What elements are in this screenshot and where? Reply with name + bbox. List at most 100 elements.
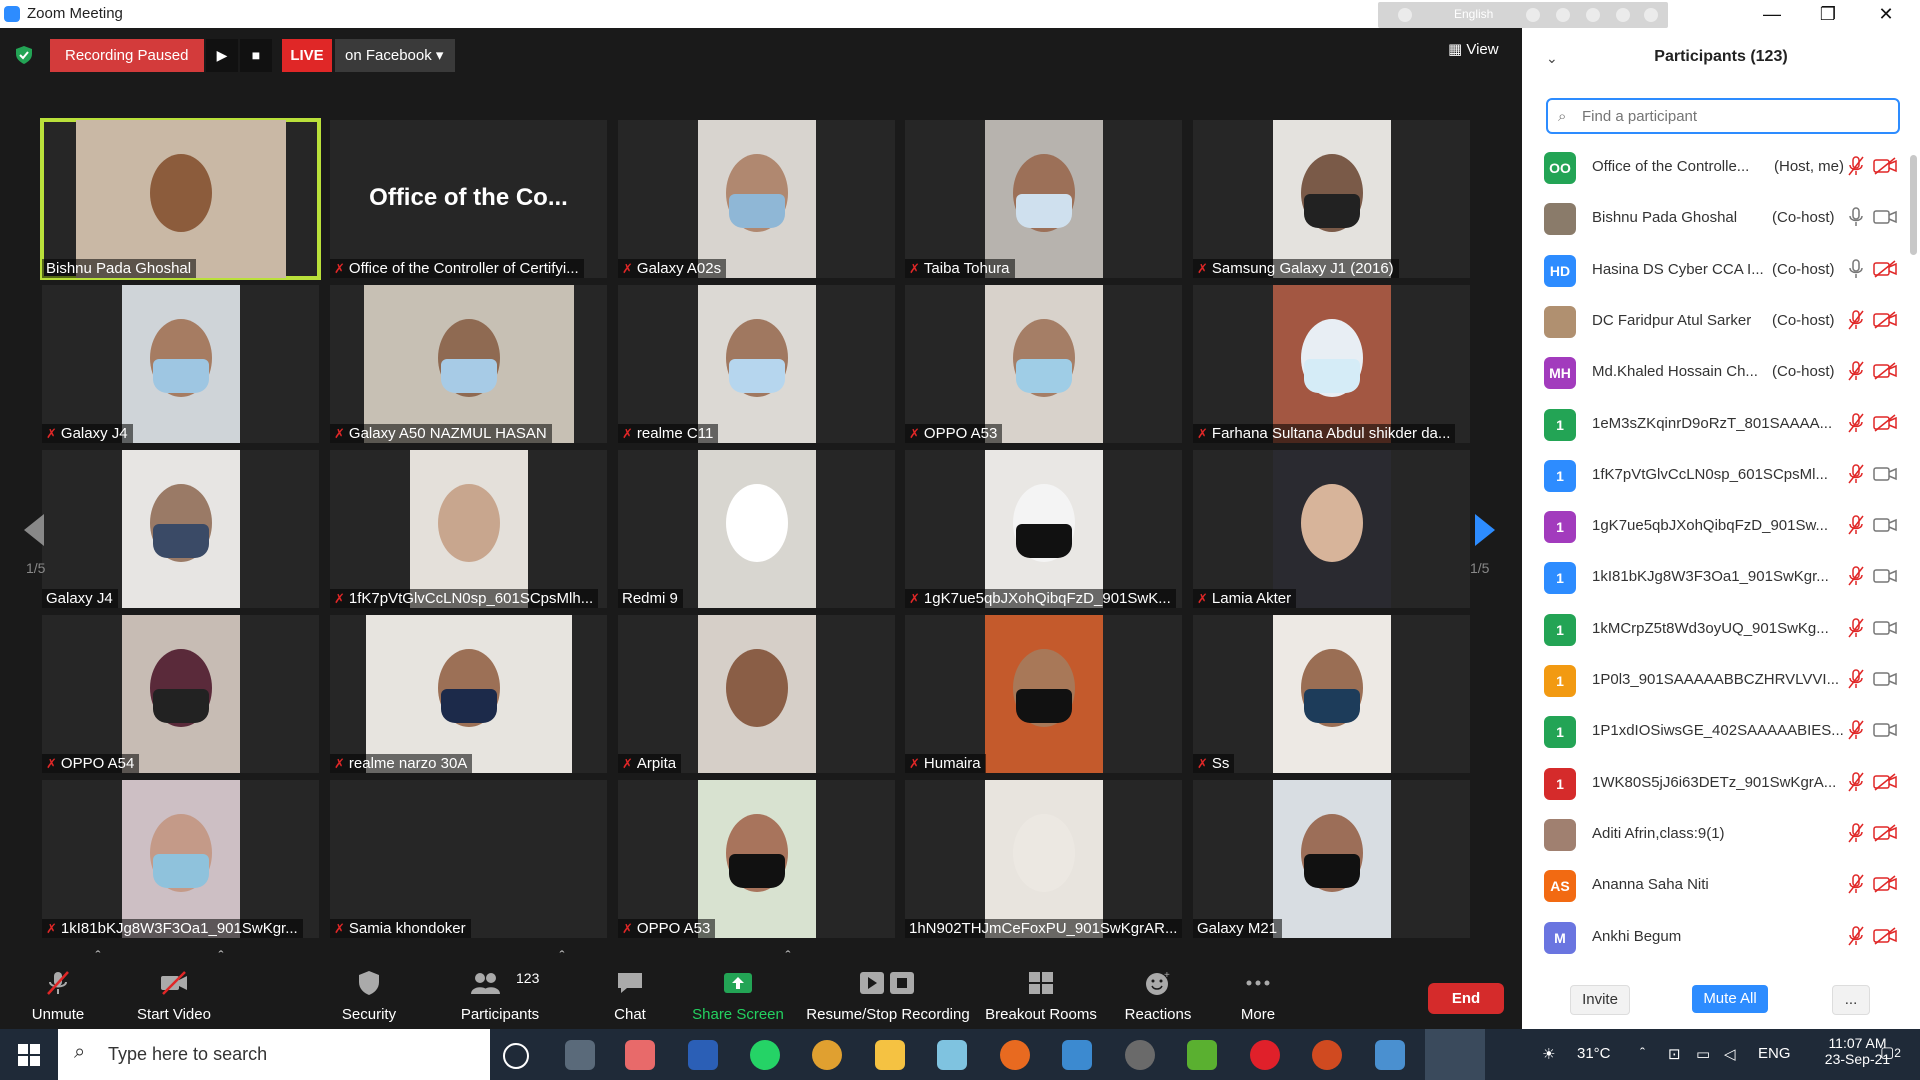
taskbar-search[interactable]: ⌕ Type here to search bbox=[58, 1029, 490, 1080]
browser-icon[interactable] bbox=[1586, 8, 1600, 22]
video-tile[interactable]: ✗ OPPO A53 bbox=[618, 780, 895, 938]
camera-off-icon[interactable] bbox=[1873, 311, 1897, 329]
volume-icon[interactable]: ◁ bbox=[1724, 1045, 1736, 1063]
participant-row[interactable]: 1 1eM3sZKqinrD9oRzT_801SAAAA... bbox=[1522, 399, 1902, 450]
participant-row[interactable]: M Ankhi Begum bbox=[1522, 912, 1902, 963]
help-icon[interactable] bbox=[1616, 8, 1630, 22]
mic-muted-icon[interactable] bbox=[1847, 771, 1865, 792]
participant-search-input[interactable] bbox=[1580, 107, 1884, 126]
resume-recording-button[interactable]: ▶ bbox=[206, 39, 238, 72]
video-tile[interactable]: ✗ Galaxy A50 NAZMUL HASAN bbox=[330, 285, 607, 443]
notifications-icon[interactable]: ▢2 bbox=[1880, 1043, 1901, 1061]
mic-muted-icon[interactable] bbox=[1847, 720, 1865, 740]
participant-row[interactable]: OO Office of the Controlle... (Host, me) bbox=[1522, 142, 1902, 193]
ime-icon[interactable] bbox=[1398, 8, 1412, 22]
video-tile[interactable]: ✗ Ss bbox=[1193, 615, 1470, 773]
video-tile[interactable]: Office of the Co... ✗ Office of the Contro… bbox=[330, 120, 607, 278]
camera-off-icon[interactable] bbox=[1873, 875, 1897, 893]
paint-icon[interactable] bbox=[625, 1040, 655, 1070]
obs-icon[interactable] bbox=[1125, 1040, 1155, 1070]
video-tile[interactable]: ✗ realme C11 bbox=[618, 285, 895, 443]
more-button[interactable]: More bbox=[1220, 958, 1296, 1029]
participants-button[interactable]: 123 Participants bbox=[452, 958, 548, 1029]
camera-off-icon[interactable] bbox=[1873, 413, 1897, 432]
powerpoint-icon[interactable] bbox=[1312, 1040, 1342, 1070]
unmute-button[interactable]: Unmute bbox=[20, 958, 96, 1029]
mic-muted-icon[interactable] bbox=[1847, 310, 1865, 330]
zoom-taskbar-icon[interactable] bbox=[1425, 1029, 1485, 1080]
chat-button[interactable]: Chat bbox=[600, 958, 660, 1029]
cortana-icon[interactable] bbox=[503, 1043, 529, 1069]
close-button[interactable]: ✕ bbox=[1866, 4, 1906, 25]
participant-row[interactable]: AS Ananna Saha Niti bbox=[1522, 860, 1902, 911]
mic-muted-icon[interactable] bbox=[1847, 515, 1865, 535]
camera-off-icon[interactable] bbox=[1873, 362, 1897, 380]
participant-row[interactable]: 1 1P1xdIOSiwsGE_402SAAAAABIES... bbox=[1522, 706, 1902, 757]
language-indicator[interactable]: ENG bbox=[1758, 1045, 1791, 1062]
tray-chevron-icon[interactable]: ˆ bbox=[1640, 1045, 1645, 1062]
live-stream-dropdown[interactable]: on Facebook ▾ bbox=[335, 39, 455, 72]
camera-icon[interactable] bbox=[1873, 516, 1897, 534]
camera-off-icon[interactable] bbox=[1873, 157, 1897, 175]
camera-off-icon[interactable] bbox=[1873, 773, 1897, 791]
camera-off-icon[interactable] bbox=[1873, 926, 1897, 945]
minimize-button[interactable]: — bbox=[1752, 4, 1792, 25]
video-tile[interactable]: Galaxy M21 bbox=[1193, 780, 1470, 938]
video-tile[interactable]: ✗ Galaxy J4 bbox=[42, 285, 319, 443]
video-options-chevron[interactable]: ˆ bbox=[213, 948, 229, 1019]
notepad-icon[interactable] bbox=[937, 1040, 967, 1070]
next-page-arrow-icon[interactable] bbox=[1475, 514, 1495, 546]
share-options-chevron[interactable]: ˆ bbox=[780, 948, 796, 1019]
mic-muted-icon[interactable] bbox=[1847, 669, 1865, 689]
video-tile[interactable]: ✗ Samsung Galaxy J1 (2016) bbox=[1193, 120, 1470, 278]
network-icon[interactable]: ⊡ bbox=[1668, 1045, 1681, 1063]
installer-icon[interactable] bbox=[1062, 1040, 1092, 1070]
video-tile[interactable]: ✗ Galaxy A02s bbox=[618, 120, 895, 278]
invite-button[interactable]: Invite bbox=[1570, 985, 1630, 1015]
mic-muted-icon[interactable] bbox=[1847, 874, 1865, 894]
stop-recording-button[interactable]: ■ bbox=[240, 39, 272, 72]
video-tile[interactable]: 1hN902THJmCeFoxPU_901SwKgrAR... bbox=[905, 780, 1182, 938]
opera-icon[interactable] bbox=[1250, 1040, 1280, 1070]
participant-row[interactable]: 1 1kMCrpZ5t8Wd3oyUQ_901SwKg... bbox=[1522, 604, 1902, 655]
participant-row[interactable]: MH Md.Khaled Hossain Ch... (Co-host) bbox=[1522, 347, 1902, 398]
battery-icon[interactable]: ▭ bbox=[1696, 1045, 1710, 1063]
camera-icon[interactable] bbox=[1873, 619, 1897, 637]
mic-muted-icon[interactable] bbox=[1847, 361, 1865, 381]
participant-row[interactable]: 1 1fK7pVtGlvCcLN0sp_601SCpsMl... bbox=[1522, 450, 1902, 501]
video-tile[interactable]: ✗ Samia khondoker bbox=[330, 780, 607, 938]
windows-start-icon[interactable] bbox=[18, 1044, 40, 1066]
camera-icon[interactable] bbox=[1873, 670, 1897, 688]
participant-row[interactable]: 1 1kI81bKJg8W3F3Oa1_901SwKgr... bbox=[1522, 552, 1902, 603]
keyboard-icon[interactable] bbox=[1526, 8, 1540, 22]
video-tile[interactable]: ✗ Farhana Sultana Abdul shikder da... bbox=[1193, 285, 1470, 443]
mic-muted-icon[interactable] bbox=[1847, 823, 1865, 843]
task-view-icon[interactable] bbox=[565, 1040, 595, 1070]
mic-icon[interactable] bbox=[1847, 207, 1865, 227]
mic-muted-icon[interactable] bbox=[1847, 566, 1865, 586]
video-tile[interactable]: ✗ Taiba Tohura bbox=[905, 120, 1182, 278]
mic-muted-icon[interactable] bbox=[1847, 156, 1865, 176]
participant-row[interactable]: 1 1WK80S5jJ6i63DETz_901SwKgrA... bbox=[1522, 758, 1902, 809]
audio-options-chevron[interactable]: ˆ bbox=[90, 948, 106, 1019]
video-tile[interactable]: ✗ 1gK7ue5qbJXohQibqFzD_901SwK... bbox=[905, 450, 1182, 608]
previous-page-arrow-icon[interactable] bbox=[24, 514, 44, 546]
participant-row[interactable]: DC Faridpur Atul Sarker (Co-host) bbox=[1522, 296, 1902, 347]
settings-icon[interactable] bbox=[1556, 8, 1570, 22]
video-tile[interactable]: Bishnu Pada Ghoshal bbox=[40, 118, 321, 280]
mic-muted-icon[interactable] bbox=[1847, 412, 1865, 433]
participants-options-chevron[interactable]: ˆ bbox=[554, 948, 570, 1019]
video-tile[interactable]: ✗ realme narzo 30A bbox=[330, 615, 607, 773]
participant-row[interactable]: Aditi Afrin,class:9(1) bbox=[1522, 809, 1902, 860]
video-tile[interactable]: Galaxy J4 bbox=[42, 450, 319, 608]
weather-icon[interactable]: ☀ bbox=[1542, 1045, 1555, 1063]
participant-row[interactable]: Bishnu Pada Ghoshal (Co-host) bbox=[1522, 193, 1902, 244]
participant-row[interactable]: 1 1gK7ue5qbJXohQibqFzD_901Sw... bbox=[1522, 501, 1902, 552]
share-screen-button[interactable]: Share Screen bbox=[690, 958, 786, 1029]
participant-row[interactable]: HD Hasina DS Cyber CCA I... (Co-host) bbox=[1522, 245, 1902, 296]
breakout-rooms-button[interactable]: Breakout Rooms bbox=[982, 958, 1100, 1029]
whatsapp-icon[interactable] bbox=[750, 1040, 780, 1070]
chrome-icon[interactable] bbox=[812, 1040, 842, 1070]
resume-stop-recording-button[interactable]: Resume/Stop Recording bbox=[806, 958, 970, 1029]
camera-icon[interactable] bbox=[1873, 465, 1897, 483]
